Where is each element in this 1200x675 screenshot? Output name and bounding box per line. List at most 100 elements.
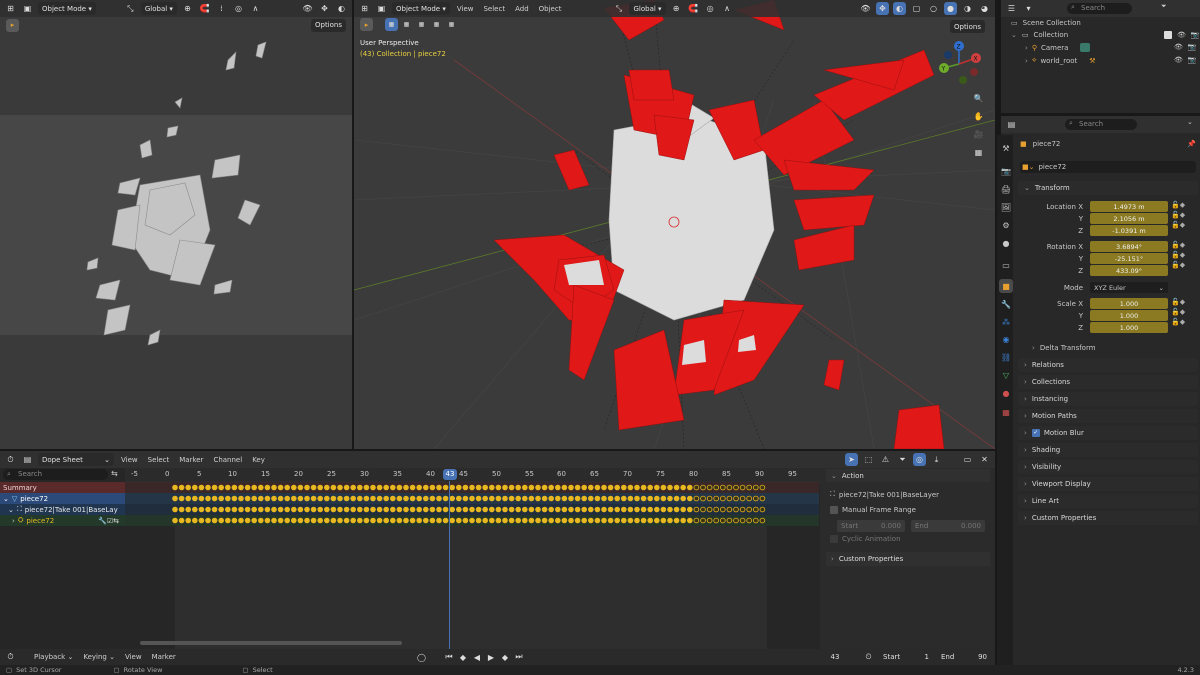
keyframe[interactable] bbox=[601, 484, 607, 491]
keyframe[interactable] bbox=[733, 517, 739, 524]
keyframe[interactable] bbox=[502, 484, 508, 491]
keyframe[interactable] bbox=[495, 517, 502, 524]
keyframe[interactable] bbox=[647, 517, 653, 524]
relations-panel[interactable]: › Relations bbox=[1018, 358, 1198, 372]
keyframe[interactable] bbox=[271, 517, 277, 524]
keyframe[interactable] bbox=[449, 506, 456, 513]
lock-icon[interactable]: 🔓◆ bbox=[1171, 241, 1185, 249]
keyframe[interactable] bbox=[172, 484, 178, 491]
keyframe[interactable] bbox=[297, 484, 304, 491]
cyclic-row[interactable]: Cyclic Animation bbox=[830, 535, 901, 543]
keyframe[interactable] bbox=[739, 517, 746, 524]
channel-expand-icon[interactable]: ⌄ bbox=[3, 495, 9, 503]
keyframe[interactable] bbox=[607, 506, 614, 513]
keyframe[interactable] bbox=[258, 495, 264, 502]
keyframe[interactable] bbox=[396, 506, 403, 513]
location-z-field[interactable]: -1.0391 m bbox=[1090, 225, 1168, 236]
keyframe[interactable] bbox=[482, 484, 489, 491]
keyframe[interactable] bbox=[291, 517, 297, 524]
keyframe[interactable] bbox=[172, 506, 178, 513]
viewport-display-panel[interactable]: › Viewport Display bbox=[1018, 477, 1198, 491]
keyframe[interactable] bbox=[251, 506, 257, 513]
keyframe[interactable] bbox=[627, 506, 634, 513]
keyframe[interactable] bbox=[258, 506, 264, 513]
channel-modifier-icon[interactable]: 🔧☑⇆ bbox=[98, 517, 119, 525]
keyframe[interactable] bbox=[291, 495, 297, 502]
keyframe[interactable] bbox=[297, 495, 304, 502]
keyframe[interactable] bbox=[634, 517, 640, 524]
keyframe[interactable] bbox=[667, 495, 673, 502]
current-frame-field[interactable]: 43 bbox=[812, 650, 858, 664]
keyframe[interactable] bbox=[350, 484, 357, 491]
keyframe[interactable] bbox=[436, 484, 442, 491]
keyframe[interactable] bbox=[548, 495, 555, 502]
keyframe[interactable] bbox=[667, 517, 673, 524]
keyframe[interactable] bbox=[225, 506, 231, 513]
keyframe[interactable] bbox=[238, 495, 244, 502]
object-name-field[interactable]: ■⌄ piece72 bbox=[1020, 161, 1196, 173]
lock-icon[interactable]: 🔓◆ bbox=[1171, 261, 1185, 269]
proportional-edit-icon[interactable]: ◎ bbox=[913, 453, 926, 466]
keyframe[interactable] bbox=[383, 506, 390, 513]
keyframe[interactable] bbox=[561, 517, 568, 524]
keyframe[interactable] bbox=[627, 517, 634, 524]
location-x-field[interactable]: 1.4973 m bbox=[1090, 201, 1168, 212]
keyframe[interactable] bbox=[370, 484, 376, 491]
select-subtract-icon[interactable]: ▦ bbox=[415, 18, 428, 31]
keyframe[interactable] bbox=[475, 484, 482, 491]
keyframe[interactable] bbox=[634, 484, 640, 491]
keyframe[interactable] bbox=[264, 495, 271, 502]
keyframe[interactable] bbox=[238, 517, 244, 524]
scene-tab-icon[interactable]: ⚙ bbox=[999, 218, 1013, 232]
keyframe[interactable] bbox=[310, 495, 317, 502]
keyframe[interactable] bbox=[264, 506, 271, 513]
texture-tab-icon[interactable]: ▦ bbox=[999, 405, 1013, 419]
motion-paths-panel[interactable]: › Motion Paths bbox=[1018, 409, 1198, 423]
keyframe[interactable] bbox=[403, 506, 409, 513]
render-tab-icon[interactable]: 📷 bbox=[999, 164, 1013, 178]
expand-chevron-icon[interactable]: ⌄ bbox=[1011, 31, 1017, 39]
keyframe[interactable] bbox=[700, 495, 706, 502]
keyframe[interactable] bbox=[653, 506, 660, 513]
keyframe[interactable] bbox=[693, 517, 700, 524]
keyframe[interactable] bbox=[502, 495, 508, 502]
keyframe[interactable] bbox=[752, 517, 759, 524]
visibility-panel[interactable]: › Visibility bbox=[1018, 460, 1198, 474]
keyframe[interactable] bbox=[416, 506, 423, 513]
keyframe[interactable] bbox=[482, 506, 489, 513]
keyframe[interactable] bbox=[343, 484, 350, 491]
keyframe[interactable] bbox=[436, 506, 442, 513]
keyframe[interactable] bbox=[422, 517, 429, 524]
keyframe[interactable] bbox=[475, 506, 482, 513]
keyframe[interactable] bbox=[640, 517, 647, 524]
keyframe[interactable] bbox=[330, 506, 337, 513]
keyframe[interactable] bbox=[271, 495, 277, 502]
keyframe[interactable] bbox=[455, 484, 462, 491]
jump-end-icon[interactable]: ⏭ bbox=[514, 651, 524, 664]
keyframe[interactable] bbox=[317, 495, 324, 502]
keyframe[interactable] bbox=[422, 495, 429, 502]
menu-object[interactable]: Object bbox=[536, 5, 565, 13]
keyframe[interactable] bbox=[383, 484, 390, 491]
keyframe[interactable] bbox=[211, 495, 218, 502]
keyframe[interactable] bbox=[515, 495, 522, 502]
keyframe[interactable] bbox=[614, 517, 621, 524]
keyframe[interactable] bbox=[495, 495, 502, 502]
keyframe[interactable] bbox=[726, 517, 733, 524]
keyframe[interactable] bbox=[370, 517, 376, 524]
keyframe[interactable] bbox=[554, 495, 561, 502]
keyframe[interactable] bbox=[660, 495, 667, 502]
keyframe[interactable] bbox=[502, 517, 508, 524]
main-proportional-icon[interactable]: ◎ bbox=[704, 2, 717, 15]
keyframe[interactable] bbox=[601, 495, 607, 502]
keyframes[interactable] bbox=[125, 482, 820, 526]
ds-menu-key[interactable]: Key bbox=[249, 456, 268, 464]
keyframe[interactable] bbox=[535, 506, 541, 513]
keyframe[interactable] bbox=[667, 484, 673, 491]
keyframe[interactable] bbox=[528, 495, 535, 502]
keyframe[interactable] bbox=[653, 517, 660, 524]
keyframe[interactable] bbox=[304, 506, 310, 513]
keyframe[interactable] bbox=[317, 517, 324, 524]
dopesheet-editor-icon[interactable]: ⏱ bbox=[4, 453, 17, 466]
keyframe[interactable] bbox=[746, 506, 752, 513]
